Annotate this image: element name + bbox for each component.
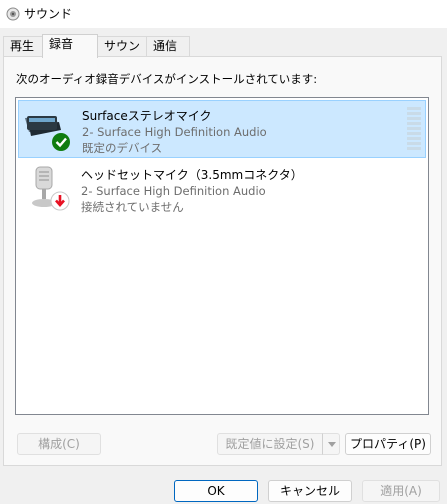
speaker-icon (6, 7, 20, 21)
headset-microphone-icon (32, 166, 70, 211)
configure-button[interactable]: 構成(C) (17, 433, 101, 455)
apply-button[interactable]: 適用(A) (362, 480, 440, 502)
device-item-surface-stereo-mic[interactable]: Surfaceステレオマイク 2- Surface High Definitio… (18, 100, 426, 158)
set-default-dropdown-icon[interactable] (322, 433, 340, 455)
recording-panel: 次のオーディオ録音デバイスがインストールされています: Surfaceステレオマ… (3, 56, 442, 466)
device-item-headset-mic[interactable]: ヘッドセットマイク（3.5mmコネクタ） 2- Surface High Def… (18, 160, 426, 218)
device-status: 既定のデバイス (82, 141, 163, 155)
tab-communications[interactable]: 通信 (146, 36, 190, 56)
tab-recording[interactable]: 録音 (42, 34, 98, 58)
tab-playback[interactable]: 再生 (3, 36, 43, 56)
device-name: ヘッドセットマイク（3.5mmコネクタ） (81, 168, 303, 182)
instruction-text: 次のオーディオ録音デバイスがインストールされています: (16, 72, 318, 86)
properties-button[interactable]: プロパティ(P) (345, 433, 431, 455)
surface-microphone-icon (25, 116, 70, 151)
device-status: 接続されていません (81, 200, 184, 214)
cancel-button[interactable]: キャンセル (268, 480, 352, 502)
title-bar: サウンド (0, 0, 447, 28)
tab-sounds[interactable]: サウンド (97, 36, 147, 72)
default-check-icon (52, 133, 70, 151)
device-driver: 2- Surface High Definition Audio (82, 125, 267, 139)
ok-button[interactable]: OK (174, 480, 258, 502)
device-driver: 2- Surface High Definition Audio (81, 184, 266, 198)
device-name: Surfaceステレオマイク (82, 109, 212, 123)
device-list[interactable]: Surfaceステレオマイク 2- Surface High Definitio… (15, 97, 429, 415)
level-meter (407, 107, 421, 151)
tab-strip: 再生 録音 サウンド 通信 (0, 34, 447, 72)
window-title: サウンド (24, 7, 73, 21)
set-default-button[interactable]: 既定値に設定(S) (217, 433, 323, 455)
